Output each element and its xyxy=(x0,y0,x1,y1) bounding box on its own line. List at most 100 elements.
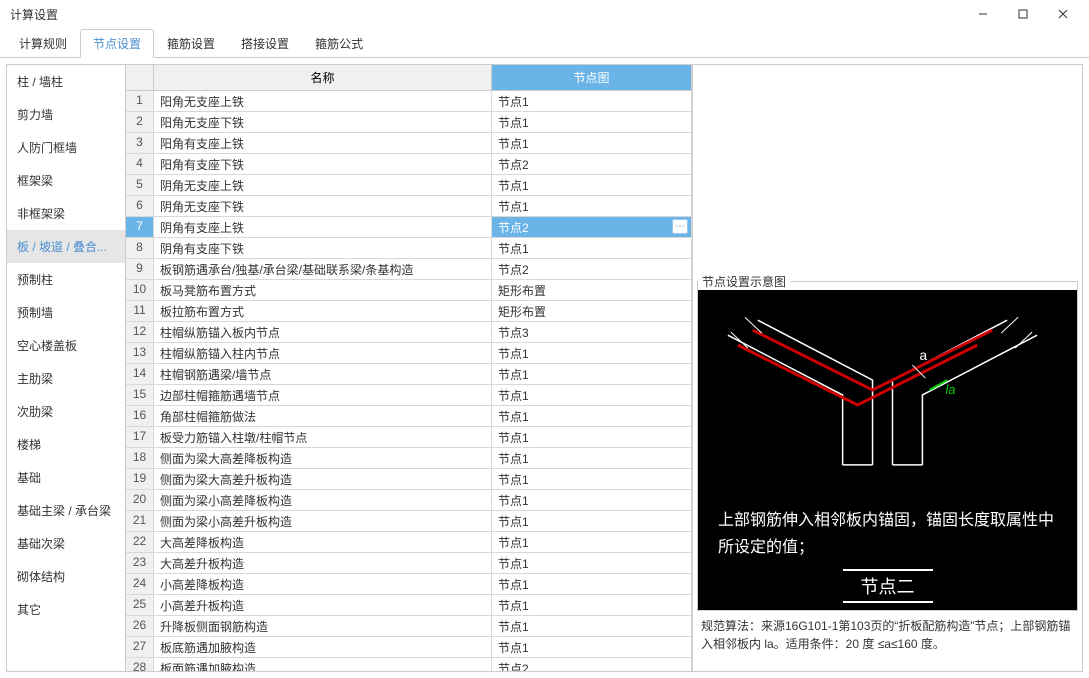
cell-name[interactable]: 柱帽纵筋锚入板内节点 xyxy=(154,322,492,343)
cell-node[interactable]: 矩形布置 xyxy=(492,301,692,322)
sidebar-item[interactable]: 柱 / 墙柱 xyxy=(7,65,125,98)
cell-node[interactable]: 矩形布置 xyxy=(492,280,692,301)
table-row[interactable]: 18侧面为梁大高差降板构造节点1 xyxy=(126,448,692,469)
cell-node[interactable]: 节点2 xyxy=(492,658,692,671)
column-header-name[interactable]: 名称 xyxy=(154,65,492,91)
table-row[interactable]: 4阳角有支座下铁节点2 xyxy=(126,154,692,175)
cell-node[interactable]: 节点1 xyxy=(492,133,692,154)
cell-node[interactable]: 节点1 xyxy=(492,469,692,490)
cell-node[interactable]: 节点1 xyxy=(492,490,692,511)
cell-node[interactable]: 节点2 xyxy=(492,259,692,280)
sidebar-item[interactable]: 主肋梁 xyxy=(7,362,125,395)
table-row[interactable]: 28板面筋遇加腋构造节点2 xyxy=(126,658,692,671)
cell-name[interactable]: 阴角有支座下铁 xyxy=(154,238,492,259)
cell-node[interactable]: 节点1 xyxy=(492,448,692,469)
cell-node[interactable]: 节点1 xyxy=(492,343,692,364)
table-row[interactable]: 19侧面为梁大高差升板构造节点1 xyxy=(126,469,692,490)
cell-name[interactable]: 板面筋遇加腋构造 xyxy=(154,658,492,671)
sidebar-item[interactable]: 次肋梁 xyxy=(7,395,125,428)
cell-name[interactable]: 阴角无支座下铁 xyxy=(154,196,492,217)
cell-name[interactable]: 板钢筋遇承台/独基/承台梁/基础联系梁/条基构造 xyxy=(154,259,492,280)
table-row[interactable]: 7阴角有支座上铁节点2⋯ xyxy=(126,217,692,238)
cell-name[interactable]: 阳角无支座下铁 xyxy=(154,112,492,133)
cell-node[interactable]: 节点1 xyxy=(492,406,692,427)
cell-name[interactable]: 角部柱帽箍筋做法 xyxy=(154,406,492,427)
table-row[interactable]: 23大高差升板构造节点1 xyxy=(126,553,692,574)
table-row[interactable]: 11板拉筋布置方式矩形布置 xyxy=(126,301,692,322)
table-row[interactable]: 16角部柱帽箍筋做法节点1 xyxy=(126,406,692,427)
table-row[interactable]: 17板受力筋锚入柱墩/柱帽节点节点1 xyxy=(126,427,692,448)
sidebar-item[interactable]: 基础主梁 / 承台梁 xyxy=(7,494,125,527)
cell-node[interactable]: 节点1 xyxy=(492,112,692,133)
table-row[interactable]: 1阳角无支座上铁节点1 xyxy=(126,91,692,112)
sidebar-item[interactable]: 剪力墙 xyxy=(7,98,125,131)
cell-node[interactable]: 节点2⋯ xyxy=(492,217,692,238)
cell-node[interactable]: 节点1 xyxy=(492,553,692,574)
cell-node[interactable]: 节点1 xyxy=(492,175,692,196)
sidebar-item[interactable]: 基础次梁 xyxy=(7,527,125,560)
table-row[interactable]: 2阳角无支座下铁节点1 xyxy=(126,112,692,133)
ellipsis-button[interactable]: ⋯ xyxy=(672,219,688,234)
cell-name[interactable]: 阴角无支座上铁 xyxy=(154,175,492,196)
category-sidebar[interactable]: 柱 / 墙柱剪力墙人防门框墙框架梁非框架梁板 / 坡道 / 叠合...预制柱预制… xyxy=(6,64,126,672)
sidebar-item[interactable]: 楼梯 xyxy=(7,428,125,461)
cell-name[interactable]: 板马凳筋布置方式 xyxy=(154,280,492,301)
cell-name[interactable]: 阳角无支座上铁 xyxy=(154,91,492,112)
sidebar-item[interactable]: 空心楼盖板 xyxy=(7,329,125,362)
maximize-button[interactable] xyxy=(1003,0,1043,28)
table-row[interactable]: 14柱帽钢筋遇梁/墙节点节点1 xyxy=(126,364,692,385)
table-row[interactable]: 21侧面为梁小高差升板构造节点1 xyxy=(126,511,692,532)
sidebar-item[interactable]: 其它 xyxy=(7,593,125,626)
tab-node-settings[interactable]: 节点设置 xyxy=(80,29,154,58)
cell-name[interactable]: 板底筋遇加腋构造 xyxy=(154,637,492,658)
sidebar-item[interactable]: 预制柱 xyxy=(7,263,125,296)
table-row[interactable]: 22大高差降板构造节点1 xyxy=(126,532,692,553)
table-row[interactable]: 3阳角有支座上铁节点1 xyxy=(126,133,692,154)
sidebar-item[interactable]: 板 / 坡道 / 叠合... xyxy=(7,230,125,263)
close-button[interactable] xyxy=(1043,0,1083,28)
table-row[interactable]: 24小高差降板构造节点1 xyxy=(126,574,692,595)
tab-lap-settings[interactable]: 搭接设置 xyxy=(228,29,302,57)
table-row[interactable]: 26升降板侧面钢筋构造节点1 xyxy=(126,616,692,637)
cell-node[interactable]: 节点1 xyxy=(492,595,692,616)
cell-node[interactable]: 节点1 xyxy=(492,196,692,217)
cell-node[interactable]: 节点1 xyxy=(492,532,692,553)
cell-node[interactable]: 节点1 xyxy=(492,238,692,259)
cell-name[interactable]: 板受力筋锚入柱墩/柱帽节点 xyxy=(154,427,492,448)
sidebar-item[interactable]: 人防门框墙 xyxy=(7,131,125,164)
cell-node[interactable]: 节点1 xyxy=(492,574,692,595)
minimize-button[interactable] xyxy=(963,0,1003,28)
cell-node[interactable]: 节点3 xyxy=(492,322,692,343)
column-header-node[interactable]: 节点图 xyxy=(492,65,692,91)
table-row[interactable]: 20侧面为梁小高差降板构造节点1 xyxy=(126,490,692,511)
cell-name[interactable]: 柱帽钢筋遇梁/墙节点 xyxy=(154,364,492,385)
cell-name[interactable]: 小高差降板构造 xyxy=(154,574,492,595)
sidebar-item[interactable]: 框架梁 xyxy=(7,164,125,197)
table-row[interactable]: 8阴角有支座下铁节点1 xyxy=(126,238,692,259)
cell-name[interactable]: 侧面为梁大高差降板构造 xyxy=(154,448,492,469)
cell-name[interactable]: 升降板侧面钢筋构造 xyxy=(154,616,492,637)
cell-name[interactable]: 小高差升板构造 xyxy=(154,595,492,616)
table-row[interactable]: 5阴角无支座上铁节点1 xyxy=(126,175,692,196)
cell-node[interactable]: 节点1 xyxy=(492,637,692,658)
cell-node[interactable]: 节点2 xyxy=(492,154,692,175)
tab-stirrup-settings[interactable]: 箍筋设置 xyxy=(154,29,228,57)
cell-name[interactable]: 侧面为梁大高差升板构造 xyxy=(154,469,492,490)
cell-name[interactable]: 大高差降板构造 xyxy=(154,532,492,553)
table-row[interactable]: 27板底筋遇加腋构造节点1 xyxy=(126,637,692,658)
cell-node[interactable]: 节点1 xyxy=(492,511,692,532)
cell-name[interactable]: 阳角有支座下铁 xyxy=(154,154,492,175)
table-row[interactable]: 25小高差升板构造节点1 xyxy=(126,595,692,616)
table-row[interactable]: 13柱帽纵筋锚入柱内节点节点1 xyxy=(126,343,692,364)
sidebar-item[interactable]: 基础 xyxy=(7,461,125,494)
grid-body[interactable]: 1阳角无支座上铁节点12阳角无支座下铁节点13阳角有支座上铁节点14阳角有支座下… xyxy=(126,91,692,671)
sidebar-item[interactable]: 砌体结构 xyxy=(7,560,125,593)
table-row[interactable]: 15边部柱帽箍筋遇墙节点节点1 xyxy=(126,385,692,406)
cell-name[interactable]: 大高差升板构造 xyxy=(154,553,492,574)
tab-calc-rules[interactable]: 计算规则 xyxy=(6,29,80,57)
table-row[interactable]: 10板马凳筋布置方式矩形布置 xyxy=(126,280,692,301)
cell-name[interactable]: 侧面为梁小高差升板构造 xyxy=(154,511,492,532)
cell-name[interactable]: 板拉筋布置方式 xyxy=(154,301,492,322)
tab-stirrup-formula[interactable]: 箍筋公式 xyxy=(302,29,376,57)
cell-name[interactable]: 阳角有支座上铁 xyxy=(154,133,492,154)
